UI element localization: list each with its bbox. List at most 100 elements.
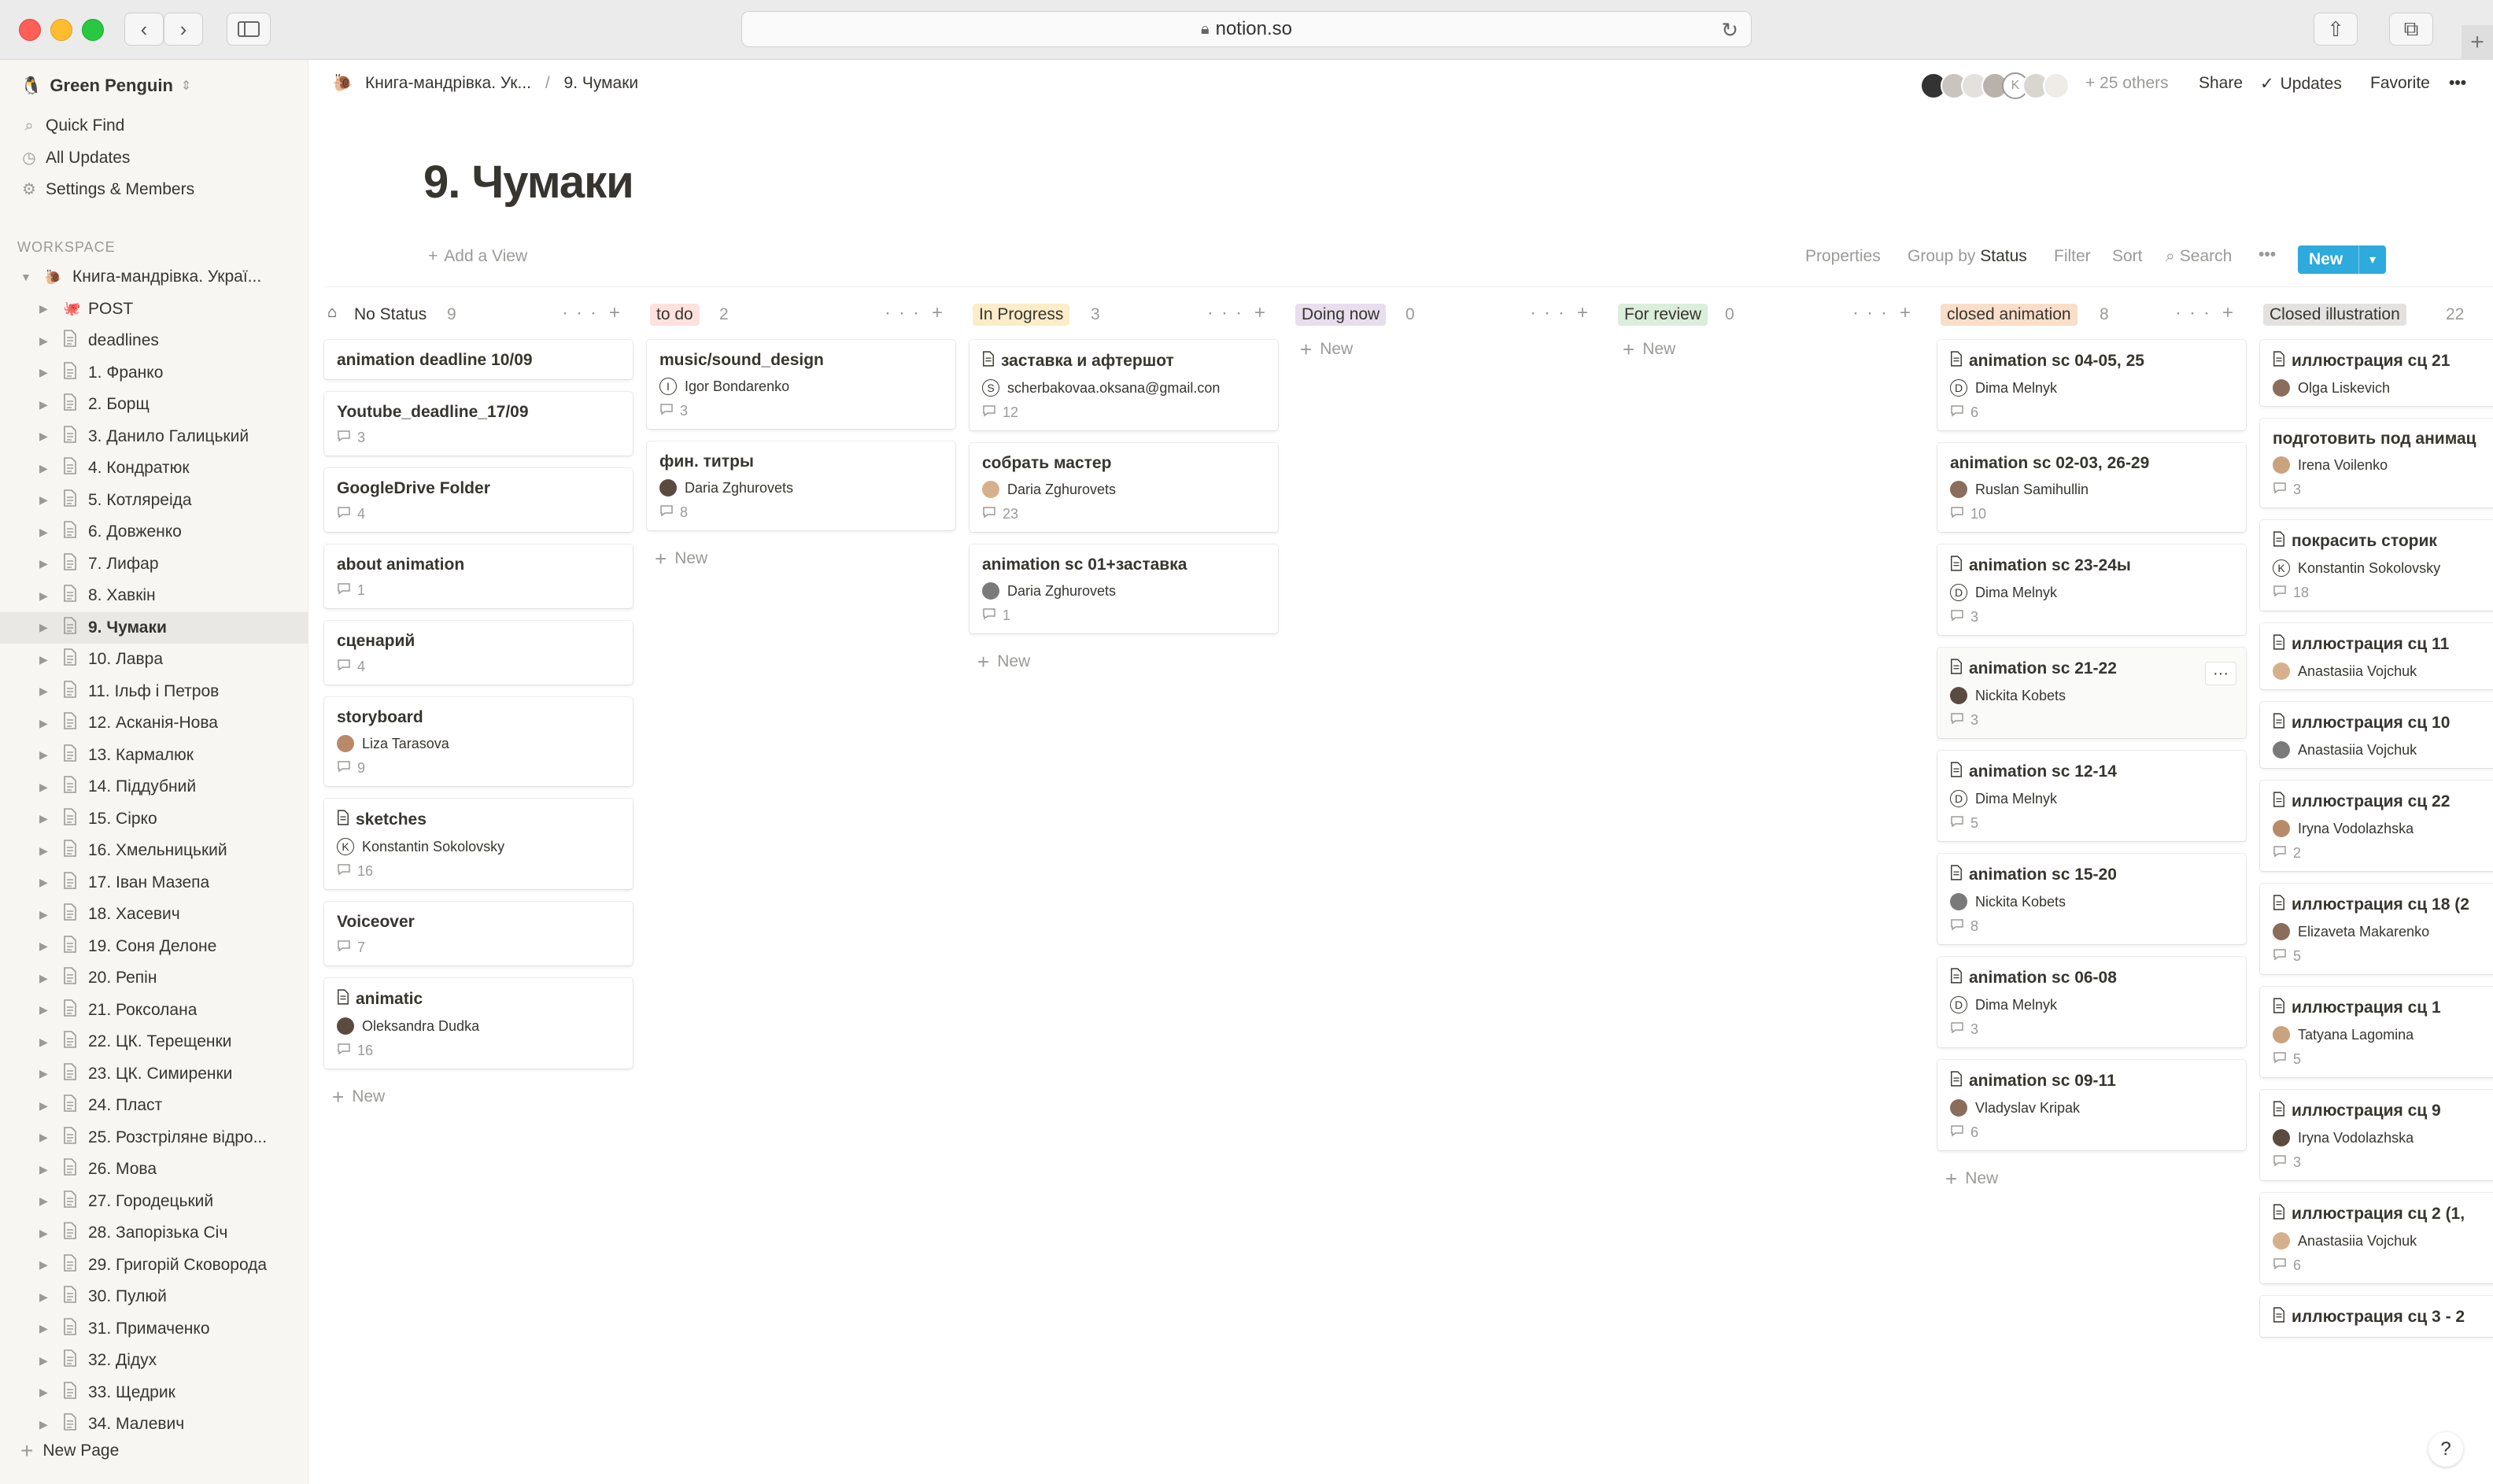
more-options-button[interactable]: ••• (2449, 74, 2466, 93)
triangle-right-icon[interactable]: ▶ (39, 621, 48, 634)
board-card[interactable]: animation deadline 10/09 (324, 340, 633, 379)
sidebar-page-item[interactable]: ▶ 19. Соня Делоне (0, 931, 308, 963)
triangle-right-icon[interactable]: ▶ (39, 366, 48, 379)
board-card[interactable]: иллюстрация сц 1 Tatyana Lagomina 5 (2260, 987, 2493, 1077)
board-card[interactable]: animation sc 01+заставка Daria Zghurovets… (970, 545, 1278, 633)
triangle-right-icon[interactable]: ▶ (39, 1227, 48, 1240)
status-tag[interactable]: closed animation (1941, 304, 2078, 326)
board-card[interactable]: animation sc 15-20 Nickita Kobets 8 (1937, 854, 2246, 944)
share-button[interactable]: Share (2199, 74, 2243, 93)
triangle-right-icon[interactable]: ▶ (39, 398, 48, 412)
sidebar-item-root[interactable]: ▼ 🐌 Книга-мандрівка. Украї... (0, 261, 308, 293)
sidebar-page-item[interactable]: ▶ deadlines (0, 325, 308, 357)
view-more-button[interactable]: ••• (2258, 245, 2276, 264)
board-card[interactable]: иллюстрация сц 21 Olga Liskevich (2260, 340, 2493, 406)
plus-icon[interactable]: + (609, 302, 620, 323)
triangle-right-icon[interactable]: ▶ (39, 334, 48, 348)
minimize-window-button[interactable] (50, 19, 72, 41)
board-card[interactable]: animation sc 12-14 D Dima Melnyk 5 (1937, 751, 2246, 841)
triangle-right-icon[interactable]: ▶ (39, 1003, 48, 1017)
column-new-button[interactable]: + New (1292, 334, 1601, 365)
card-more-button[interactable]: ··· (2205, 662, 2236, 685)
sidebar-page-item[interactable]: ▶ 12. Асканія-Нова (0, 707, 308, 740)
sidebar-page-item[interactable]: ▶ 24. Пласт (0, 1090, 308, 1122)
status-tag[interactable]: In Progress (973, 304, 1070, 326)
sort-button[interactable]: Sort (2112, 247, 2143, 266)
sidebar-page-item[interactable]: ▶ 29. Григорій Сковорода (0, 1250, 308, 1282)
board-card[interactable]: animation sc 23-24ы D Dima Melnyk 3 (1937, 545, 2246, 635)
plus-icon[interactable]: + (1254, 302, 1265, 323)
board-card[interactable]: иллюстрация сц 18 (2 Elizaveta Makarenko 5 (2260, 884, 2493, 974)
column-controls[interactable]: ··· + (2175, 302, 2233, 324)
board-card[interactable]: фин. титры Daria Zghurovets 8 (647, 441, 955, 530)
status-tag[interactable]: For review (1618, 304, 1708, 326)
triangle-right-icon[interactable]: ▶ (39, 1194, 48, 1208)
collaborator-avatars[interactable]: K (1920, 72, 2070, 99)
updates-button[interactable]: ✓ Updates (2260, 74, 2342, 94)
triangle-right-icon[interactable]: ▶ (39, 589, 48, 603)
plus-icon[interactable]: + (1900, 302, 1911, 323)
sidebar-page-item[interactable]: ▶ 22. ЦК. Терещенки (0, 1026, 308, 1058)
column-new-button[interactable]: + New (970, 646, 1278, 677)
board-card[interactable]: иллюстрация сц 9 Iryna Vodolazhska 3 (2260, 1090, 2493, 1180)
new-tab-button[interactable]: + (2462, 25, 2493, 60)
triangle-right-icon[interactable]: ▶ (39, 876, 48, 889)
board-card[interactable]: storyboard Liza Tarasova 9 (324, 697, 633, 786)
breadcrumb-parent[interactable]: Книга-мандрівка. Ук... (365, 74, 531, 92)
share-browser-button[interactable]: ⇧ (2314, 13, 2358, 46)
triangle-right-icon[interactable]: ▶ (39, 430, 48, 443)
page-title[interactable]: 9. Чумаки (423, 156, 634, 209)
triangle-right-icon[interactable]: ▶ (39, 939, 48, 953)
triangle-right-icon[interactable]: ▶ (39, 1354, 48, 1368)
board-card[interactable]: animation sc 09-11 Vladyslav Kripak 6 (1937, 1060, 2246, 1150)
column-controls[interactable]: ··· + (1207, 302, 1265, 324)
board-card[interactable]: покрасить сторик K Konstantin Sokolovsky 18 (2260, 520, 2493, 611)
sidebar-page-item[interactable]: ▶ 🐙 POST (0, 293, 308, 326)
triangle-right-icon[interactable]: ▶ (39, 781, 48, 794)
more-icon[interactable]: ··· (885, 302, 927, 323)
triangle-right-icon[interactable]: ▶ (39, 748, 48, 762)
reload-icon[interactable]: ↻ (1721, 18, 1738, 42)
triangle-right-icon[interactable]: ▶ (39, 908, 48, 921)
triangle-right-icon[interactable]: ▶ (39, 526, 48, 539)
triangle-right-icon[interactable]: ▶ (39, 1099, 48, 1113)
triangle-right-icon[interactable]: ▶ (39, 1131, 48, 1144)
triangle-right-icon[interactable]: ▶ (39, 462, 48, 475)
triangle-right-icon[interactable]: ▶ (39, 717, 48, 730)
board-card[interactable]: иллюстрация сц 3 - 2 (2260, 1296, 2493, 1337)
back-button[interactable]: ‹ (124, 13, 164, 46)
board-card[interactable]: animation sc 21-22 Nickita Kobets 3 ··· (1937, 648, 2246, 738)
sidebar-toggle-button[interactable] (227, 13, 271, 46)
board-card[interactable]: иллюстрация сц 22 Iryna Vodolazhska 2 (2260, 781, 2493, 871)
board-card[interactable]: music/sound_design I Igor Bondarenko 3 (647, 340, 955, 429)
group-by-button[interactable]: Group by Status (1908, 247, 2027, 266)
quick-find-link[interactable]: ⌕ Quick Find (20, 116, 124, 135)
favorite-button[interactable]: Favorite (2370, 74, 2430, 93)
board-card[interactable]: GoogleDrive Folder 4 (324, 468, 633, 532)
sidebar-page-item[interactable]: ▶ 10. Лавра (0, 644, 308, 676)
add-view-button[interactable]: + Add a View (428, 247, 527, 266)
sidebar-page-item[interactable]: ▶ 32. Дідух (0, 1345, 308, 1377)
plus-icon[interactable]: + (2222, 302, 2233, 323)
triangle-right-icon[interactable]: ▶ (39, 1035, 48, 1049)
tabs-overview-button[interactable]: ⧉ (2389, 13, 2433, 46)
board-card[interactable]: Voiceover 7 (324, 902, 633, 965)
sidebar-page-item[interactable]: ▶ 6. Довженко (0, 516, 308, 548)
forward-button[interactable]: › (164, 13, 203, 46)
board-card[interactable]: иллюстрация сц 11 Anastasiia Vojchuk (2260, 623, 2493, 689)
plus-icon[interactable]: + (932, 302, 943, 323)
triangle-right-icon[interactable]: ▶ (39, 1258, 48, 1272)
column-controls[interactable]: ··· + (1530, 302, 1588, 324)
sidebar-page-item[interactable]: ▶ 26. Мова (0, 1154, 308, 1186)
sidebar-page-item[interactable]: ▶ 1. Франко (0, 357, 308, 389)
board-card[interactable]: сценарий 4 (324, 621, 633, 685)
triangle-right-icon[interactable]: ▶ (39, 844, 48, 858)
triangle-right-icon[interactable]: ▶ (39, 1290, 48, 1304)
sidebar-page-item[interactable]: ▶ 7. Лифар (0, 548, 308, 581)
triangle-right-icon[interactable]: ▶ (39, 302, 48, 316)
board-card[interactable]: animation sc 06-08 D Dima Melnyk 3 (1937, 957, 2246, 1047)
sidebar-page-item[interactable]: ▶ 28. Запорізька Січ (0, 1217, 308, 1250)
board-card[interactable]: подготовить под анимац Irena Voilenko 3 (2260, 419, 2493, 508)
sidebar-page-item[interactable]: ▶ 17. Іван Мазепа (0, 867, 308, 899)
column-new-button[interactable]: + New (1615, 334, 1923, 365)
